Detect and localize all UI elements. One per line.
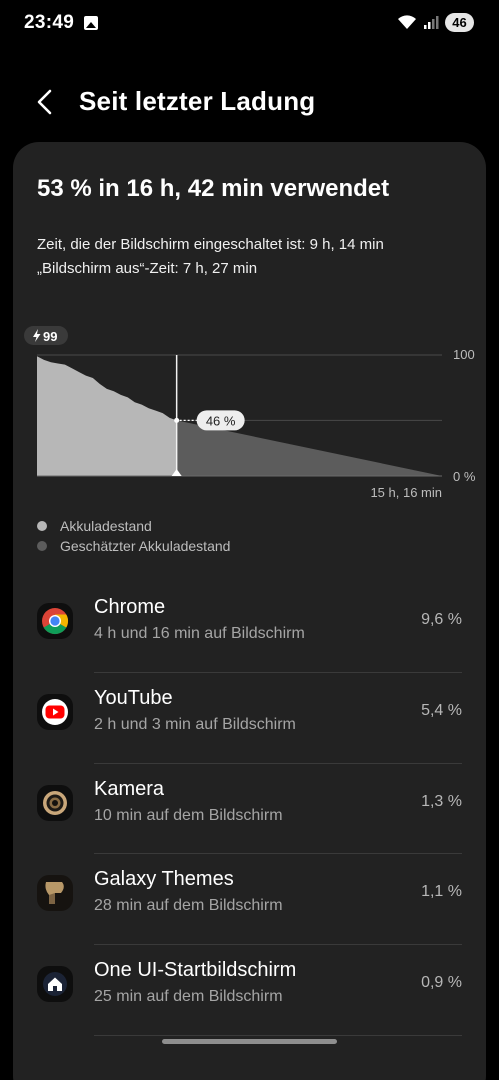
app-percent: 1,1 % (421, 883, 462, 900)
status-bar: 23:49 46 (0, 0, 499, 48)
app-percent: 1,3 % (421, 793, 462, 810)
gallery-icon (84, 16, 98, 30)
app-row-chrome[interactable]: Chrome 4 h und 16 min auf Bildschirm 9,6… (13, 581, 486, 672)
chrome-icon (37, 603, 73, 639)
camera-icon (37, 785, 73, 821)
app-row-one-ui-home[interactable]: One UI-Startbildschirm 25 min auf dem Bi… (13, 944, 486, 1035)
legend-dot-estimated (37, 541, 47, 551)
status-time: 23:49 (24, 12, 75, 33)
app-percent: 0,9 % (421, 974, 462, 991)
screen-on-time: Zeit, die der Bildschirm eingeschaltet i… (37, 236, 384, 253)
app-usage: 4 h und 16 min auf Bildschirm (94, 625, 305, 642)
start-badge-label: 99 (43, 329, 57, 344)
app-name: Chrome (94, 596, 166, 618)
current-label: 46 % (206, 413, 236, 428)
chart-legend: Akkuladestand Geschätzter Akkuladestand (37, 518, 230, 558)
legend-label-actual: Akkuladestand (60, 518, 152, 534)
legend-item-estimated: Geschätzter Akkuladestand (37, 538, 230, 558)
app-row-galaxy-themes[interactable]: Galaxy Themes 28 min auf dem Bildschirm … (13, 853, 486, 944)
screen-off-time: „Bildschirm aus“-Zeit: 7 h, 27 min (37, 260, 258, 277)
header: Seit letzter Ladung (0, 78, 499, 128)
battery-icon: 46 (445, 13, 474, 32)
battery-chart[interactable]: 46 % 99 100 0 % 15 h, 16 min (0, 320, 499, 505)
app-usage: 25 min auf dem Bildschirm (94, 988, 283, 1005)
chevron-left-icon[interactable] (30, 86, 62, 118)
divider (94, 1035, 462, 1036)
page-title: Seit letzter Ladung (79, 86, 316, 116)
app-name: YouTube (94, 687, 173, 709)
app-name: Galaxy Themes (94, 868, 234, 890)
legend-label-estimated: Geschätzter Akkuladestand (60, 538, 231, 554)
themes-icon (37, 875, 73, 911)
app-usage: 2 h und 3 min auf Bildschirm (94, 716, 296, 733)
area-actual (37, 356, 177, 476)
x-end-label: 15 h, 16 min (370, 485, 442, 500)
app-name: Kamera (94, 778, 165, 800)
home-indicator[interactable] (162, 1039, 337, 1044)
app-row-kamera[interactable]: Kamera 10 min auf dem Bildschirm 1,3 % (13, 763, 486, 854)
app-percent: 5,4 % (421, 702, 462, 719)
wifi-icon (398, 15, 416, 29)
y-tick-label: 100 (453, 347, 475, 362)
legend-dot-actual (37, 521, 47, 531)
y-tick-label: 0 % (453, 469, 476, 484)
app-name: One UI-Startbildschirm (94, 959, 297, 981)
signal-icon (424, 16, 439, 29)
current-point (174, 417, 180, 423)
app-usage: 28 min auf dem Bildschirm (94, 897, 283, 914)
usage-summary-title: 53 % in 16 h, 42 min verwendet (37, 175, 390, 202)
home-icon (37, 966, 73, 1002)
app-usage: 10 min auf dem Bildschirm (94, 807, 283, 824)
app-row-youtube[interactable]: YouTube 2 h und 3 min auf Bildschirm 5,4… (13, 672, 486, 763)
app-percent: 9,6 % (421, 611, 462, 628)
youtube-icon (37, 694, 73, 730)
legend-item-actual: Akkuladestand (37, 518, 230, 538)
